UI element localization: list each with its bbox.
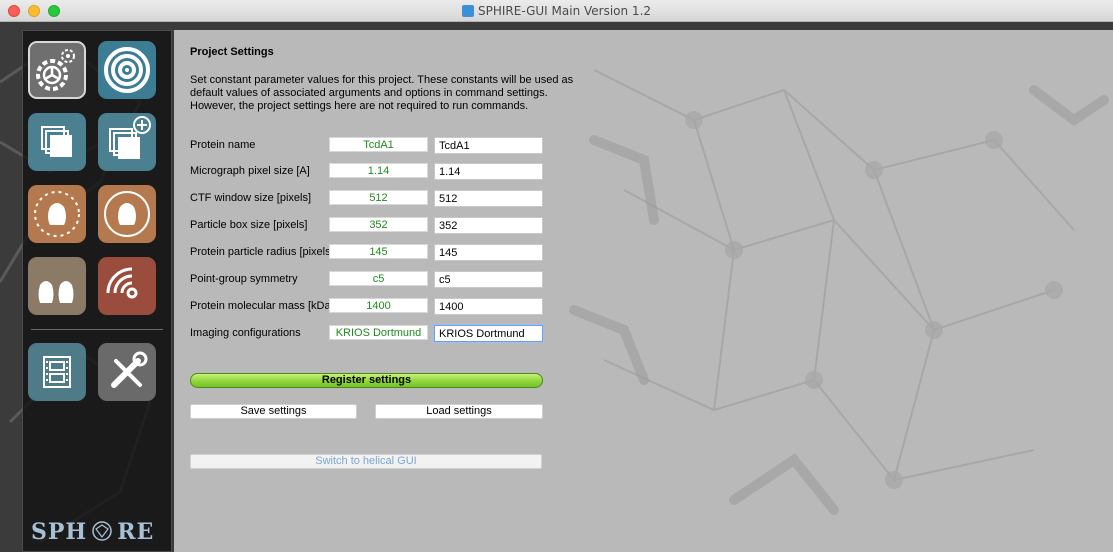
imaging-config-default: KRIOS Dortmund <box>329 325 428 340</box>
main-area: SPH RE Project Settings Set constant par… <box>0 22 1113 552</box>
tools-icon <box>111 351 148 388</box>
micrographs-add-button[interactable] <box>98 113 156 171</box>
movie-utilities-button[interactable] <box>28 343 86 401</box>
imaging-config-input[interactable] <box>434 325 543 342</box>
window-title-text: SPHIRE-GUI Main Version 1.2 <box>477 4 652 18</box>
description-line: Set constant parameter values for this p… <box>190 74 574 86</box>
register-settings-button[interactable]: Register settings <box>190 373 543 388</box>
stacked-images-add-icon <box>109 116 151 159</box>
utilities-button[interactable] <box>98 343 156 401</box>
particle-refine-button[interactable] <box>98 185 156 243</box>
settings-gears-icon <box>36 49 75 91</box>
resolution-waves-icon <box>106 267 138 299</box>
window-title: SPHIRE-GUI Main Version 1.2 <box>0 0 1113 22</box>
heterogeneity-button[interactable] <box>28 257 86 315</box>
ctf-window-default: 512 <box>329 190 428 205</box>
page-title: Project Settings <box>190 46 274 58</box>
window-titlebar: SPHIRE-GUI Main Version 1.2 <box>0 0 1113 22</box>
ctf-window-label: CTF window size [pixels] <box>190 192 312 204</box>
project-settings-button[interactable] <box>28 41 86 99</box>
local-resolution-button[interactable] <box>98 257 156 315</box>
sidebar: SPH RE <box>22 30 172 552</box>
box-size-label: Particle box size [pixels] <box>190 219 308 231</box>
micrographs-button[interactable] <box>28 113 86 171</box>
imaging-config-label: Imaging configurations <box>190 327 301 339</box>
save-settings-button[interactable]: Save settings <box>190 404 357 419</box>
target-rings-icon <box>104 47 150 93</box>
particle-radius-input[interactable] <box>434 244 543 261</box>
pixel-size-default: 1.14 <box>329 163 428 178</box>
symmetry-label: Point-group symmetry <box>190 273 298 285</box>
logo-text-right: RE <box>117 519 155 545</box>
protein-name-label: Protein name <box>190 139 256 151</box>
particle-picking-button[interactable] <box>28 185 86 243</box>
molecular-mass-label: Protein molecular mass [kDa] <box>190 300 334 312</box>
box-size-input[interactable] <box>434 217 543 234</box>
load-settings-button[interactable]: Load settings <box>375 404 543 419</box>
sphire-logo: SPH RE <box>31 519 154 545</box>
symmetry-input[interactable] <box>434 271 543 288</box>
sidebar-divider <box>31 329 163 330</box>
box-size-default: 352 <box>329 217 428 232</box>
molecular-mass-input[interactable] <box>434 298 543 315</box>
diamond-logo-icon <box>92 521 112 541</box>
movie-target-button[interactable] <box>98 41 156 99</box>
particle-radius-label: Protein particle radius [pixels] <box>190 246 334 258</box>
molecular-mass-default: 1400 <box>329 298 428 313</box>
pixel-size-label: Micrograph pixel size [A] <box>190 165 310 177</box>
page-description: Set constant parameter values for this p… <box>190 74 574 113</box>
symmetry-default: c5 <box>329 271 428 286</box>
protein-name-input[interactable] <box>434 137 543 154</box>
ctf-window-input[interactable] <box>434 190 543 207</box>
app-icon <box>461 5 474 17</box>
particle-circle-icon <box>104 191 150 237</box>
description-line: default values of associated arguments a… <box>190 87 548 99</box>
logo-text-left: SPH <box>31 519 88 545</box>
description-line: However, the project settings here are n… <box>190 100 529 112</box>
film-strip-icon <box>43 356 71 388</box>
particle-pair-icon <box>38 281 74 303</box>
project-settings-panel: Project Settings Set constant parameter … <box>174 30 1113 552</box>
particle-radius-default: 145 <box>329 244 428 259</box>
pixel-size-input[interactable] <box>434 163 543 180</box>
particle-burst-icon <box>34 191 80 237</box>
stacked-images-icon <box>41 126 72 157</box>
protein-name-default: TcdA1 <box>329 137 428 152</box>
switch-helical-gui-button[interactable]: Switch to helical GUI <box>190 454 542 469</box>
